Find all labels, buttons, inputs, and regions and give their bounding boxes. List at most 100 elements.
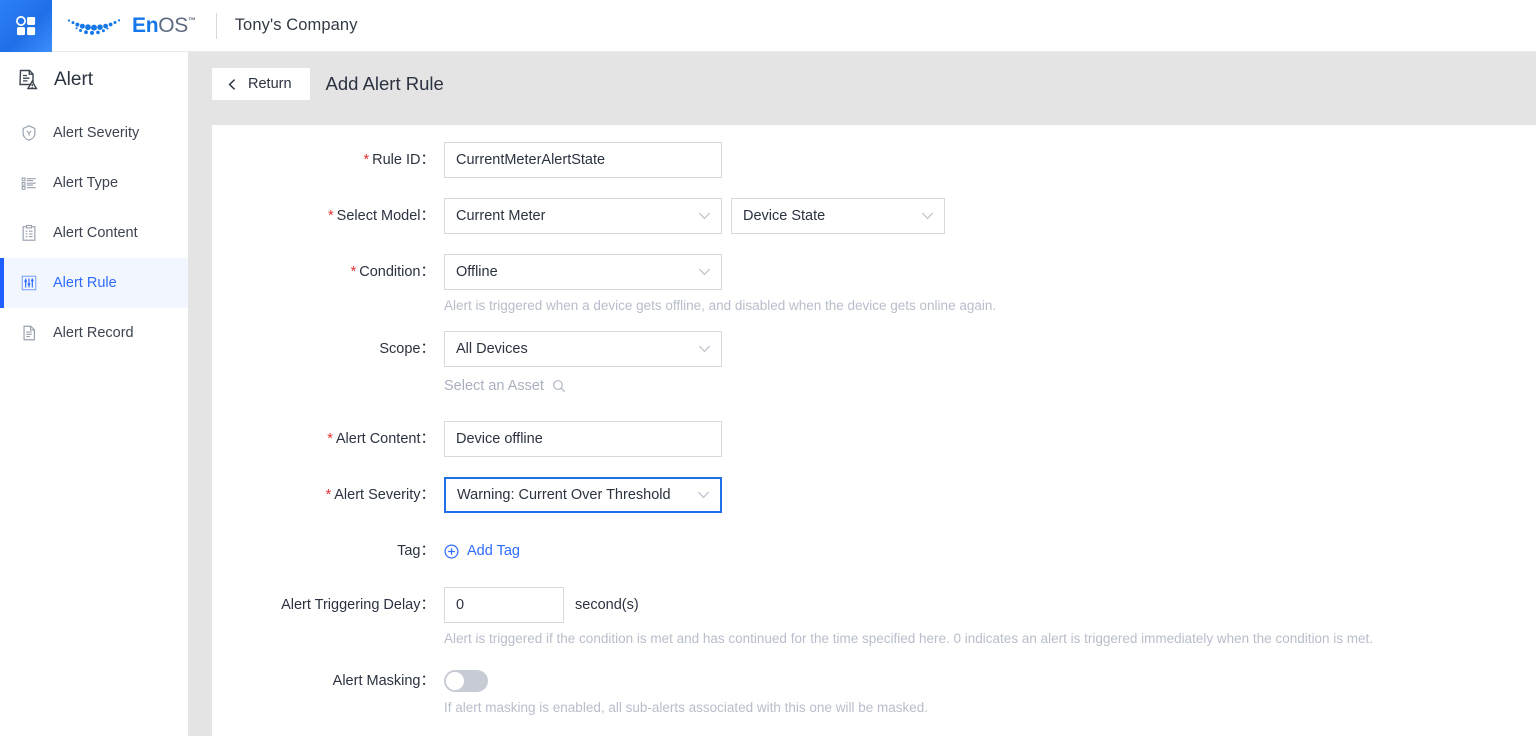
tag-label: Tag： <box>397 543 435 559</box>
alert-content-label: * Alert Content： <box>212 421 444 457</box>
alert-severity-label: * Alert Severity： <box>212 477 444 513</box>
condition-dropdown[interactable]: Offline <box>444 254 722 290</box>
chevron-down-icon <box>698 268 711 277</box>
shield-icon <box>22 125 36 141</box>
sidebar-header: Alert <box>0 52 188 108</box>
required-marker: * <box>327 431 333 447</box>
chevron-down-icon <box>698 212 711 221</box>
alert-severity-control: Warning: Current Over Threshold <box>444 477 722 513</box>
search-icon <box>552 379 566 393</box>
field-alert-content: * Alert Content： <box>212 421 722 457</box>
return-button-label: Return <box>248 76 292 92</box>
return-button[interactable]: Return <box>212 68 310 100</box>
select-asset-search[interactable]: Select an Asset <box>444 378 722 394</box>
logo-text-os: OS <box>158 13 188 37</box>
page-root: En OS ™ Tony's Company Alert Alert Severi <box>0 0 1536 736</box>
select-model-label-text: Select Model： <box>336 208 435 224</box>
chevron-down-icon <box>698 345 711 354</box>
sidebar-item-label: Alert Type <box>53 175 119 191</box>
content-area: Return Add Alert Rule *Rule ID： *Select … <box>189 52 1536 736</box>
clipboard-icon <box>22 224 36 241</box>
masking-label: Alert Masking： <box>332 673 435 689</box>
required-marker: * <box>350 264 357 280</box>
condition-dropdown-value: Offline <box>456 264 498 280</box>
company-name: Tony's Company <box>234 16 358 34</box>
masking-helper-text: If alert masking is enabled, all sub-ale… <box>444 700 928 715</box>
scope-label: Scope： <box>379 341 435 357</box>
model-attribute-value: Device State <box>743 208 826 224</box>
field-condition: * Condition： Offline Alert is triggered w… <box>212 254 996 315</box>
document-icon <box>23 325 35 341</box>
delay-input-row: second(s) <box>444 587 1373 623</box>
plus-circle-icon <box>444 543 459 559</box>
enos-smile-icon <box>67 18 121 35</box>
model-dropdown[interactable]: Current Meter <box>444 198 722 234</box>
sidebar-item-alert-type[interactable]: Alert Type <box>0 158 188 208</box>
add-tag-button[interactable]: Add Tag <box>444 533 520 569</box>
field-tag: Tag： Add Tag <box>212 533 520 569</box>
field-scope: Scope： All Devices Select an Asset <box>212 331 722 394</box>
header-divider <box>215 12 217 39</box>
scope-control: All Devices Select an Asset <box>444 331 722 394</box>
condition-label-text: Condition： <box>359 264 435 280</box>
add-tag-label: Add Tag <box>467 543 520 559</box>
chevron-down-icon <box>697 491 710 500</box>
required-marker: * <box>363 152 370 168</box>
masking-control: If alert masking is enabled, all sub-ale… <box>444 663 928 717</box>
delay-helper-text: Alert is triggered if the condition is m… <box>444 631 1373 646</box>
select-model-label: * Select Model： <box>212 198 444 234</box>
sidebar-item-alert-severity[interactable]: Alert Severity <box>0 108 188 158</box>
sidebar-item-alert-rule[interactable]: Alert Rule <box>0 258 188 308</box>
sidebar: Alert Alert Severity Alert Type Alert Co… <box>0 52 189 736</box>
scope-dropdown[interactable]: All Devices <box>444 331 722 367</box>
delay-input[interactable] <box>444 587 564 623</box>
sidebar-item-label: Alert Severity <box>53 125 140 141</box>
condition-control: Offline Alert is triggered when a device… <box>444 254 996 315</box>
delay-label: Alert Triggering Delay： <box>281 597 435 613</box>
model-attribute-dropdown[interactable]: Device State <box>731 198 945 234</box>
logo-trademark: ™ <box>188 15 196 25</box>
alert-content-input[interactable] <box>444 421 722 457</box>
chevron-down-icon <box>921 212 934 221</box>
delay-unit-label: second(s) <box>575 597 639 613</box>
rule-id-label: * Rule ID： <box>212 142 444 178</box>
sliders-icon <box>21 275 37 291</box>
rule-id-control <box>444 142 722 178</box>
enos-logo[interactable]: En OS ™ <box>66 13 196 39</box>
tag-control: Add Tag <box>444 533 520 569</box>
field-alert-severity: * Alert Severity： Warning: Current Over T… <box>212 477 722 513</box>
sidebar-item-alert-record[interactable]: Alert Record <box>0 308 188 358</box>
required-marker: * <box>325 487 332 503</box>
select-asset-placeholder: Select an Asset <box>444 378 544 394</box>
app-grid-button[interactable] <box>0 0 52 52</box>
list-icon <box>21 177 36 190</box>
sidebar-item-label: Alert Rule <box>53 275 117 291</box>
form-card: *Rule ID： *Select Model： Current Meter <box>212 125 1536 736</box>
rule-id-input[interactable] <box>444 142 722 178</box>
chevron-left-icon <box>226 78 239 91</box>
sidebar-item-label: Alert Content <box>53 225 138 241</box>
sidebar-item-alert-content[interactable]: Alert Content <box>0 208 188 258</box>
page-header: Return Add Alert Rule <box>189 52 1536 116</box>
condition-label: * Condition： <box>212 254 444 290</box>
condition-helper-text: Alert is triggered when a device gets of… <box>444 298 997 313</box>
alert-severity-label-text: Alert Severity： <box>334 487 435 503</box>
logo-text-en: En <box>132 13 159 37</box>
alert-content-label-text: Alert Content： <box>335 431 435 447</box>
model-dropdown-value: Current Meter <box>456 208 546 224</box>
top-bar: En OS ™ Tony's Company <box>0 0 1536 52</box>
select-model-control: Current Meter Device State <box>444 198 945 234</box>
page-title: Add Alert Rule <box>325 73 444 94</box>
alert-document-icon <box>19 69 38 90</box>
enos-wordmark: En OS ™ <box>132 14 196 38</box>
rule-id-label-text: Rule ID： <box>372 152 435 168</box>
sidebar-item-label: Alert Record <box>53 325 134 341</box>
delay-control: second(s) Alert is triggered if the cond… <box>444 587 1373 648</box>
alert-severity-dropdown[interactable]: Warning: Current Over Threshold <box>444 477 722 513</box>
toggle-knob <box>446 672 464 690</box>
field-select-model: * Select Model： Current Meter Device Stat… <box>212 198 945 234</box>
sidebar-header-label: Alert <box>54 69 94 90</box>
required-marker: * <box>328 208 334 224</box>
alert-masking-toggle[interactable] <box>444 670 488 692</box>
app-grid-icon <box>16 15 36 35</box>
